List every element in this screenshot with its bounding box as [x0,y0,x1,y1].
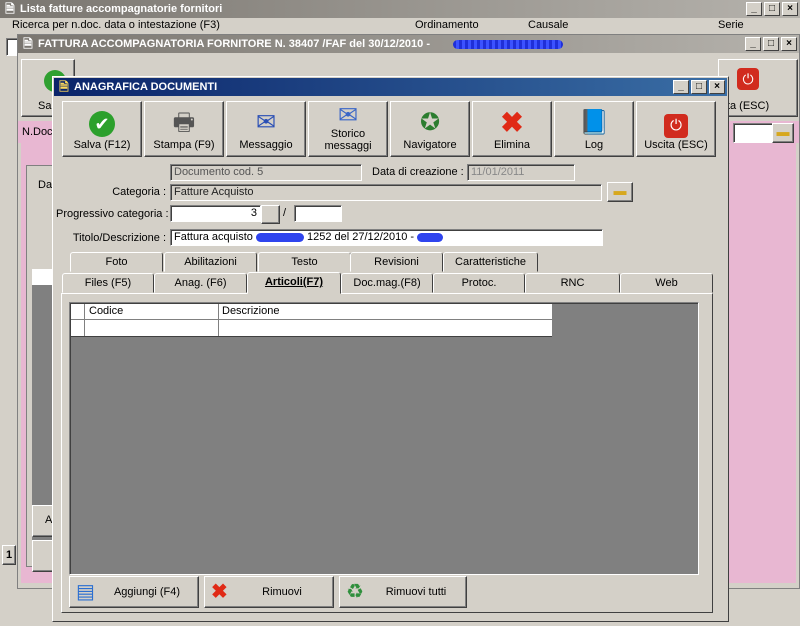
remove-all-button[interactable]: ♻ Rimuovi tutti [339,576,467,608]
redacted-mark [453,40,563,49]
log-button[interactable]: 📘 Log [554,101,634,157]
serie-label: Serie [718,19,744,31]
folder-icon[interactable]: ▬ [772,123,794,143]
app-icon: 🗎 [59,80,69,94]
progressive-suffix-field[interactable] [294,205,342,222]
remove-button[interactable]: ✖ Rimuovi [204,576,334,608]
close-button[interactable]: × [782,2,798,16]
progressive-field[interactable]: 3 [170,205,261,222]
printer-icon: 🖶 [172,109,196,136]
title-label: Titolo/Descrizione : [72,232,166,244]
grid-header-descrizione[interactable]: Descrizione [222,305,542,317]
add-button[interactable]: ▤ Aggiungi (F4) [69,576,199,608]
remove-x-icon: ✖ [211,581,228,603]
doc-code-field: Documento cod. 5 [170,164,362,181]
maximize-button[interactable]: □ [763,37,779,51]
close-button[interactable]: × [709,80,725,94]
minimize-button[interactable]: _ [745,37,761,51]
mid-exit-button[interactable]: ⏻ cita (ESC) [718,59,798,117]
app-icon: 🗎 [23,37,33,51]
grid-header-codice[interactable]: Codice [89,305,219,317]
grid-indicator-header [71,304,85,320]
message-button[interactable]: ✉ Messaggio [226,101,306,157]
order-label: Ordinamento [415,19,479,31]
exit-power-icon: ⏻ [737,68,759,90]
progressive-lookup-button[interactable] [261,205,280,224]
grid-row-indicator [71,320,85,336]
causale-label: Causale [528,19,569,31]
tab-files[interactable]: Files (F5) [62,273,154,293]
compass-icon: ✪ [419,109,441,136]
dialog-titlebar[interactable]: 🗎 ANAGRAFICA DOCUMENTI _ □ × [54,78,727,96]
created-label: Data di creazione : [372,166,464,178]
grid-header-row: Codice Descrizione [71,304,552,320]
tab-caratteristiche[interactable]: Caratteristiche [443,252,538,272]
tab-articoli[interactable]: Articoli(F7) [247,272,341,294]
tab-anag[interactable]: Anag. (F6) [154,273,247,293]
dialog-title: ANAGRAFICA DOCUMENTI [74,81,218,93]
tab-foto[interactable]: Foto [70,252,163,272]
tab-rnc[interactable]: RNC [525,273,620,293]
message-pen-icon: ✉ [255,109,277,136]
exit-power-icon: ⏻ [637,107,715,139]
delete-x-icon: ✖ [500,107,524,138]
mid-da-label: Da [38,179,53,191]
mid-window-titlebar[interactable]: 🗎 FATTURA ACCOMPAGNATORIA FORNITORE N. 3… [18,35,799,53]
maximize-button[interactable]: □ [764,2,780,16]
category-field: Fatture Acquisto [170,184,602,201]
grid-header-divider [218,304,219,320]
table-row[interactable] [71,320,552,337]
back-window-title: Lista fatture accompagnatorie fornitori [20,3,223,15]
exit-button[interactable]: ⏻ Uscita (ESC) [636,101,716,157]
articles-grid[interactable]: Codice Descrizione [69,302,699,575]
mid-ndoc-field[interactable] [733,123,773,143]
tab-protoc[interactable]: Protoc. [433,273,525,293]
category-label: Categoria : [112,186,166,198]
search-label: Ricerca per n.doc. data o intestazione (… [12,19,220,31]
log-book-icon: 📘 [579,109,609,136]
tab-abilitazioni[interactable]: Abilitazioni [164,252,257,272]
mid-window-title: FATTURA ACCOMPAGNATORIA FORNITORE N. 384… [38,38,431,50]
back-row-indicator: 1 [2,545,16,565]
progressive-label: Progressivo categoria : [56,208,169,220]
redacted-mark [255,232,304,242]
add-item-icon: ▤ [76,581,95,603]
tab-revisioni[interactable]: Revisioni [350,252,443,272]
app-icon: 🗎 [5,2,15,16]
progressive-separator: / [283,207,287,219]
title-field[interactable]: Fattura acquisto 1252 del 27/12/2010 - [170,229,603,246]
minimize-button[interactable]: _ [673,80,689,94]
grid-row-divider [218,320,219,336]
tab-testo[interactable]: Testo [258,252,351,272]
navigator-button[interactable]: ✪ Navigatore [390,101,470,157]
category-folder-icon[interactable]: ▬ [607,182,633,202]
message-history-button[interactable]: ✉ Storico messaggi [308,101,388,157]
delete-button[interactable]: ✖ Elimina [472,101,552,157]
close-button[interactable]: × [781,37,797,51]
back-window-titlebar[interactable]: 🗎 Lista fatture accompagnatorie fornitor… [0,0,800,18]
tab-web[interactable]: Web [620,273,713,293]
check-icon: ✔ [63,107,141,139]
minimize-button[interactable]: _ [746,2,762,16]
message-history-icon: ✉ [337,102,359,129]
redacted-mark [417,232,444,242]
print-button[interactable]: 🖶 Stampa (F9) [144,101,224,157]
mid-ndoc-label: N.Doc [22,126,53,138]
maximize-button[interactable]: □ [691,80,707,94]
created-date-field: 11/01/2011 [467,164,575,181]
save-button[interactable]: ✔ Salva (F12) [62,101,142,157]
back-left-strip [0,34,10,626]
mid-save-label: Sa [38,100,52,112]
tab-docmag[interactable]: Doc.mag.(F8) [341,273,433,293]
recycle-bin-icon: ♻ [346,581,364,603]
